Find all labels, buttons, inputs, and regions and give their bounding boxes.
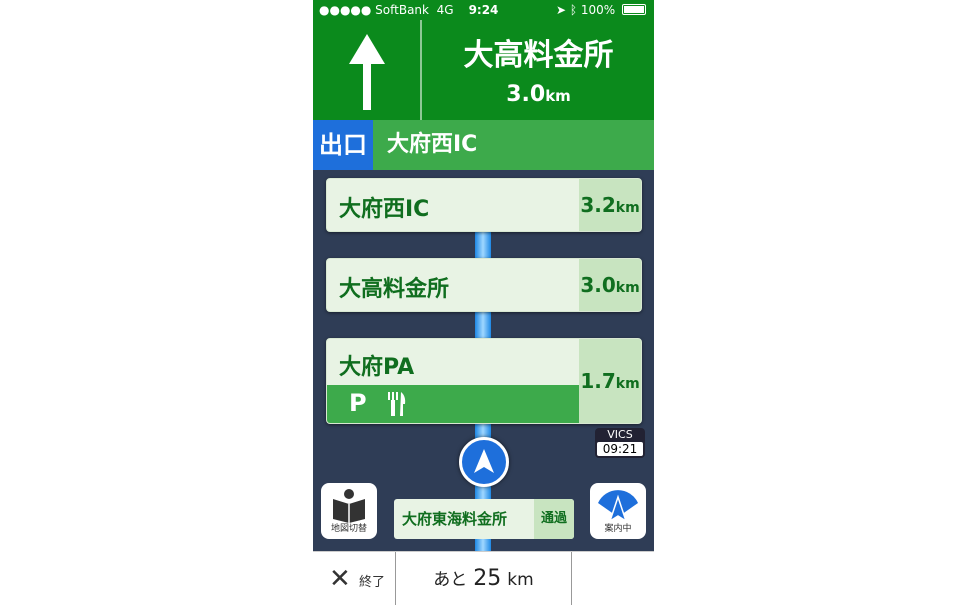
route-item[interactable]: 大府西IC 3.2km — [326, 178, 642, 232]
guidance-icon — [598, 490, 638, 523]
exit-name: 大府西IC — [387, 132, 478, 157]
guidance-distance: 3.0km — [506, 82, 571, 107]
route-item-name: 大高料金所 — [339, 277, 450, 302]
end-button[interactable]: ✕ 終了 — [313, 552, 396, 605]
battery-icon — [622, 4, 646, 15]
position-arrow-icon — [474, 449, 494, 473]
remaining-distance: あと 25 km — [396, 552, 572, 605]
facility-bar: P — [327, 385, 579, 423]
next-toll-panel: 大府東海料金所 通過 — [394, 499, 574, 539]
close-icon: ✕ — [329, 564, 351, 594]
map-book-icon — [333, 489, 365, 523]
current-position-marker — [459, 437, 509, 487]
vics-badge: VICS 09:21 — [595, 428, 645, 458]
bottom-bar: ✕ 終了 あと 25 km — [313, 551, 654, 605]
status-bar: ●●●●● SoftBank 4G 9:24 ➤ ᛒ 100% — [313, 0, 654, 20]
bluetooth-icon: ᛒ — [569, 3, 578, 17]
map-switch-button[interactable]: 地図切替 — [321, 483, 377, 539]
next-toll-name: 大府東海料金所 — [402, 510, 508, 528]
vics-label: VICS — [607, 428, 633, 441]
location-icon: ➤ — [555, 3, 566, 17]
straight-arrow-icon — [349, 34, 385, 110]
end-label: 終了 — [359, 575, 386, 590]
battery-percent: 100% — [580, 3, 616, 17]
route-item[interactable]: 大高料金所 3.0km — [326, 258, 642, 312]
vics-time: 09:21 — [597, 442, 643, 456]
guidance-button[interactable]: 案内中 — [590, 483, 646, 539]
route-item-distance: 3.0km — [579, 259, 641, 311]
parking-icon: P — [349, 389, 367, 417]
exit-bar: 出口 大府西IC — [313, 120, 654, 170]
restaurant-icon — [388, 392, 406, 416]
map-switch-label: 地図切替 — [330, 524, 367, 534]
route-item-distance: 3.2km — [579, 179, 641, 231]
exit-badge: 出口 — [313, 120, 373, 170]
direction-panel — [313, 20, 422, 120]
route-item-name: 大府西IC — [339, 197, 430, 222]
status-right: ➤ ᛒ 100% — [556, 3, 646, 17]
guidance-destination: 大高料金所 — [463, 38, 614, 73]
navigation-screen: ●●●●● SoftBank 4G 9:24 ➤ ᛒ 100% 大高料金所 3.… — [313, 0, 654, 605]
next-toll-status: 通過 — [534, 499, 574, 539]
route-item[interactable]: 大府PA 1.7km P — [326, 338, 642, 424]
route-item-distance: 1.7km — [579, 339, 641, 423]
guidance-panel: 大高料金所 3.0km — [313, 20, 654, 120]
guidance-label: 案内中 — [604, 524, 632, 534]
route-item-name: 大府PA — [339, 355, 415, 380]
